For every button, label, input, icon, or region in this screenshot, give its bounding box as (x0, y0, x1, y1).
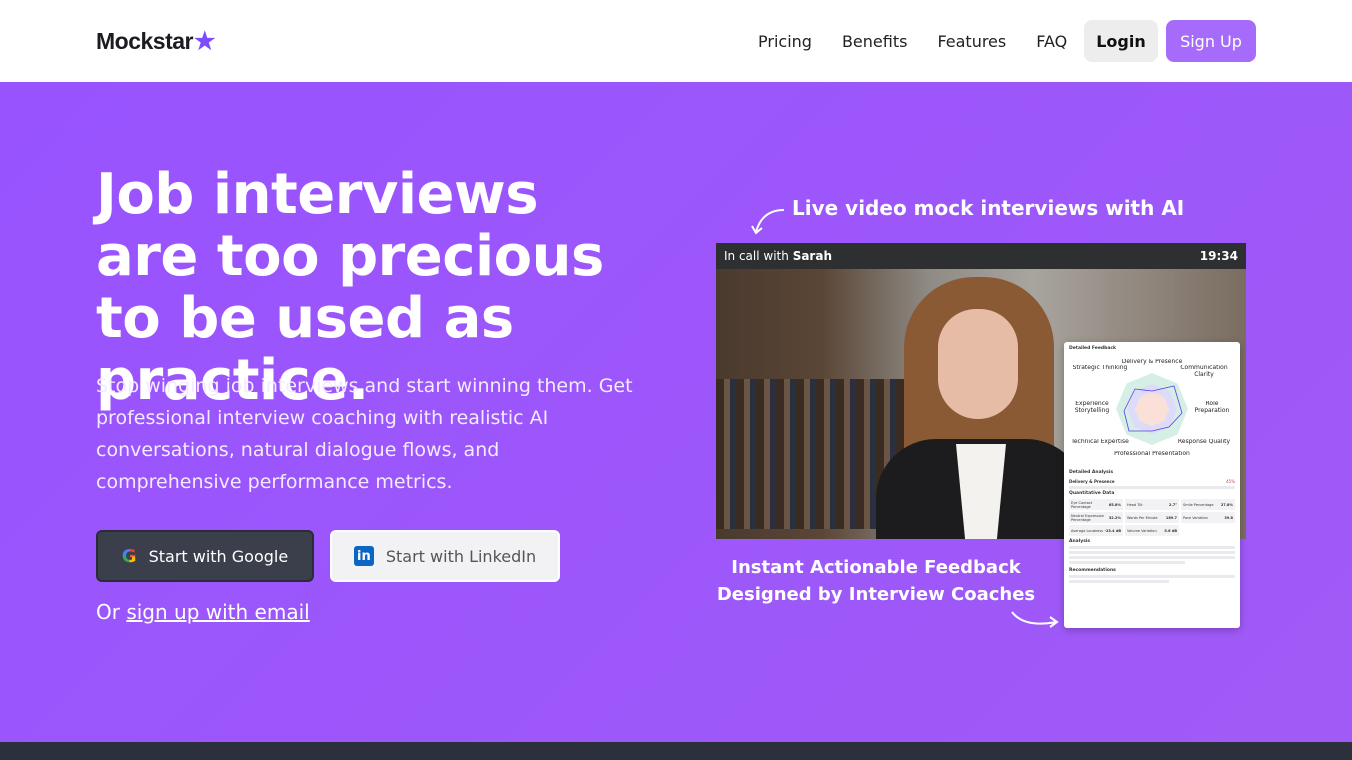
logo[interactable]: Mockstar ★ (96, 27, 216, 56)
analysis-label: Analysis (1069, 539, 1091, 544)
call-timer: 19:34 (1199, 249, 1238, 263)
logo-text: Mockstar (96, 27, 193, 54)
call-bar: In call with Sarah 19:34 (716, 243, 1246, 269)
hero-section: Job interviews are too precious to be us… (0, 82, 1352, 742)
linkedin-icon: in (353, 546, 374, 566)
start-with-google-button[interactable]: G Start with Google (96, 530, 314, 582)
hero-subtitle: Stop winging job interviews and start wi… (96, 375, 633, 493)
login-button[interactable]: Login (1084, 20, 1158, 62)
video-caption: Live video mock interviews with AI (792, 196, 1185, 220)
or-text: Or (96, 600, 120, 624)
metrics-grid: Eye Contact Percentage 65.8% Head Tilt 2.7… (1069, 499, 1235, 536)
recommendations-label: Recommendations (1069, 568, 1116, 573)
section-score: 45% (1226, 479, 1235, 484)
quant-title: Quantitative Data (1069, 491, 1115, 496)
navbar: Mockstar ★ Pricing Benefits Features FAQ … (0, 0, 1352, 82)
email-signup-text: Or sign up with email (96, 600, 310, 624)
email-signup-link[interactable]: sign up with email (126, 600, 309, 624)
nav-pricing[interactable]: Pricing (758, 32, 812, 51)
radar-label: Response Quality (1177, 439, 1231, 445)
feedback-caption: Instant Actionable Feedback Designed by … (716, 557, 1036, 605)
nav-benefits[interactable]: Benefits (842, 32, 908, 51)
signup-button[interactable]: Sign Up (1166, 20, 1256, 62)
google-button-label: Start with Google (148, 546, 289, 566)
nav-features[interactable]: Features (937, 32, 1006, 51)
radar-chart: Delivery & Presence Communication Clarit… (1071, 359, 1231, 457)
curved-arrow-icon (751, 209, 785, 235)
feedback-card: Detailed Feedback Delivery & Presence Co… (1064, 342, 1240, 628)
curved-arrow-icon (1011, 611, 1059, 628)
call-status: In call with Sarah (724, 249, 832, 263)
star-icon: ★ (193, 27, 216, 55)
nav-faq[interactable]: FAQ (1036, 32, 1067, 51)
radar-label: Role Preparation (1194, 401, 1230, 414)
radar-label: Communication Clarity (1180, 365, 1228, 378)
metric: Head Tilt 2.7° (1125, 499, 1179, 510)
metric: Average Loudness -23.4 dB (1069, 525, 1123, 536)
start-with-linkedin-button[interactable]: in Start with LinkedIn (330, 530, 560, 582)
metric: Eye Contact Percentage 65.8% (1069, 499, 1123, 510)
radar-label: Experience Storytelling (1074, 401, 1110, 414)
linkedin-button-label: Start with LinkedIn (385, 546, 537, 566)
section-name: Delivery & Presence (1069, 479, 1115, 484)
radar-label: Strategic Thinking (1072, 365, 1128, 371)
analysis-title: Detailed Analysis (1069, 470, 1113, 475)
metric: Neutral Expression Percentage 32.2% (1069, 512, 1123, 523)
metric: Volume Variation 5.6 dB (1125, 525, 1179, 536)
next-section (0, 742, 1352, 760)
metric: Smile Percentage 27.8% (1181, 499, 1235, 510)
google-icon: G (121, 545, 137, 567)
radar-label: Technical Expertise (1071, 439, 1129, 445)
metric: Words Per Minute 189.7 (1125, 512, 1179, 523)
metric: Pace Variation 39.8 (1181, 512, 1235, 523)
call-prefix: In call with (724, 249, 789, 263)
caller-name: Sarah (792, 249, 832, 263)
section-header: Delivery & Presence 45% (1069, 479, 1235, 484)
